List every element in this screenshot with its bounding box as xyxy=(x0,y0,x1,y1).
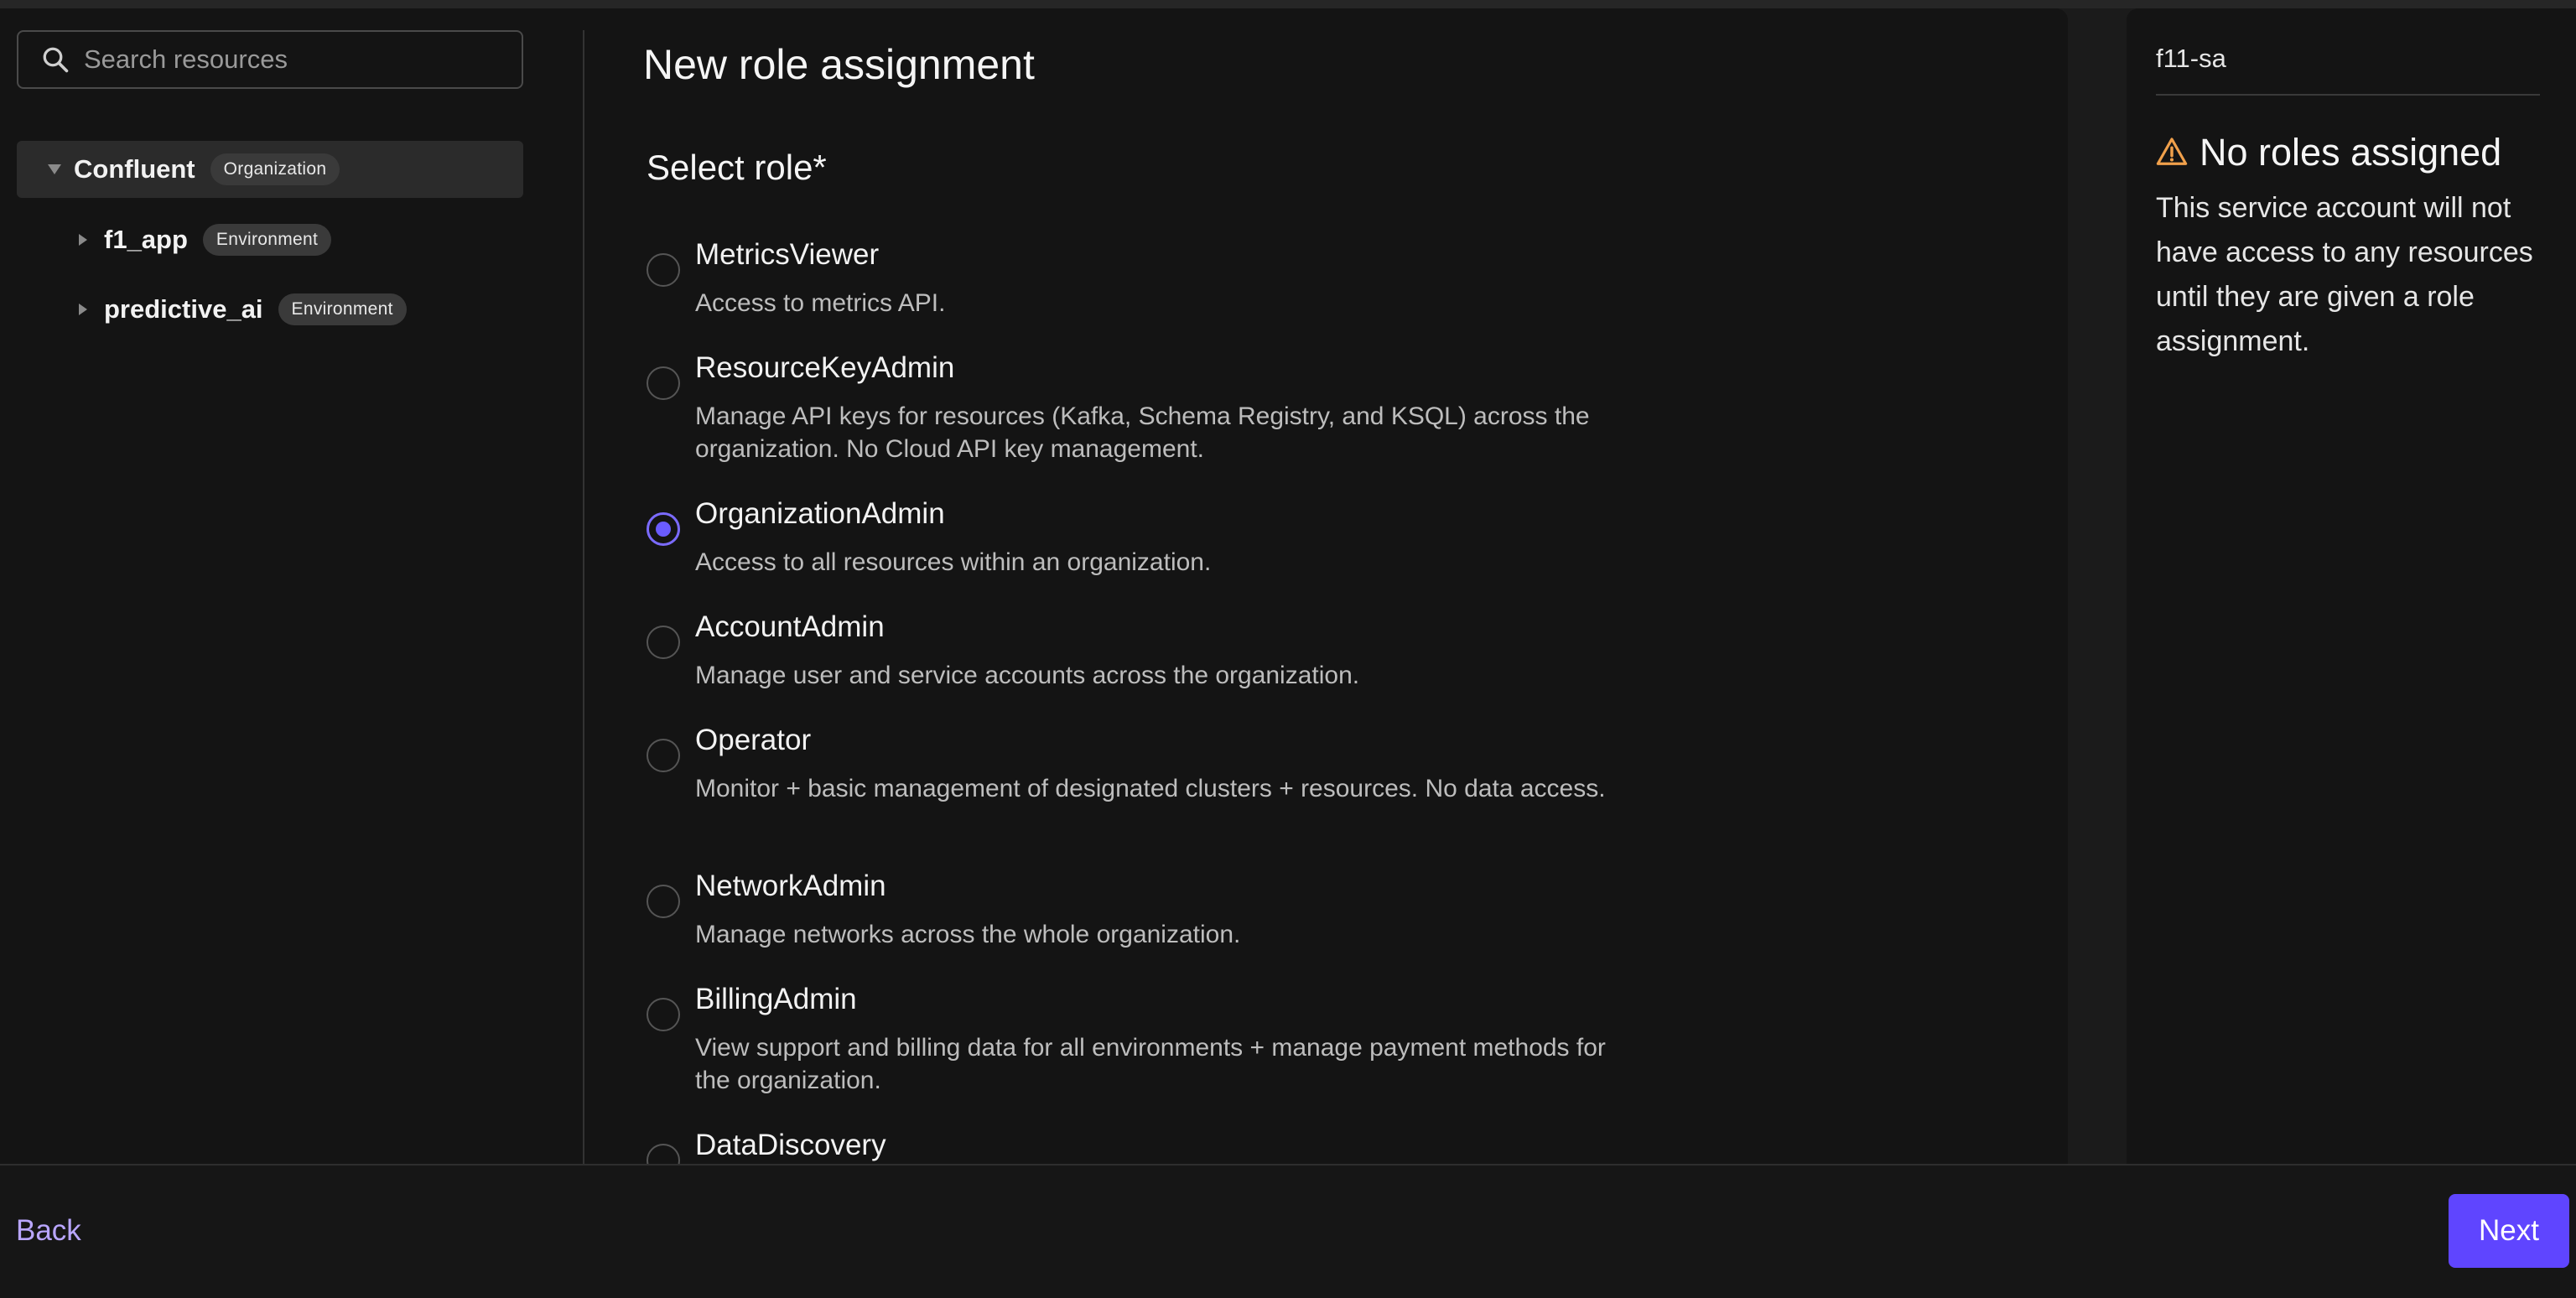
role-description: Access to all resources within an organi… xyxy=(695,548,1212,576)
search-placeholder: Search resources xyxy=(84,44,288,74)
chevron-right-icon[interactable] xyxy=(74,300,92,319)
type-badge: Environment xyxy=(278,293,407,325)
chevron-down-icon[interactable] xyxy=(45,160,64,179)
role-radio[interactable] xyxy=(647,253,680,287)
tree-item-confluent[interactable]: Confluent Organization xyxy=(17,141,523,198)
service-account-name: f11-sa xyxy=(2156,44,2226,73)
role-description: Manage networks across the whole organiz… xyxy=(695,921,1241,948)
role-radio[interactable] xyxy=(647,739,680,772)
tree-item-label: f1_app xyxy=(104,225,188,254)
role-name: OrganizationAdmin xyxy=(695,497,945,530)
role-description: Monitor + basic management of designated… xyxy=(695,775,1606,802)
role-description: Manage user and service accounts across … xyxy=(695,662,1360,689)
search-input[interactable]: Search resources xyxy=(17,30,523,89)
role-name: Operator xyxy=(695,724,812,756)
panel-divider xyxy=(583,30,584,1164)
type-badge: Environment xyxy=(202,224,332,256)
tree-item-label: Confluent xyxy=(74,154,195,184)
role-radio-selected[interactable] xyxy=(647,512,680,546)
role-name: ResourceKeyAdmin xyxy=(695,351,955,384)
role-description: Manage API keys for resources (Kafka, Sc… xyxy=(695,402,1590,463)
role-radio[interactable] xyxy=(647,626,680,659)
role-radio[interactable] xyxy=(647,885,680,918)
type-badge: Organization xyxy=(210,153,340,185)
role-radio[interactable] xyxy=(647,366,680,400)
warning-icon xyxy=(2156,138,2188,165)
top-strip xyxy=(0,0,2576,8)
tree-item-f1-app[interactable]: f1_app Environment xyxy=(17,211,523,268)
warning-message: This service account will not have acces… xyxy=(2156,192,2533,357)
warning-title: No roles assigned xyxy=(2199,131,2502,174)
tree-item-label: predictive_ai xyxy=(104,294,263,324)
tree-item-predictive-ai[interactable]: predictive_ai Environment xyxy=(17,281,523,338)
page-title: New role assignment xyxy=(643,41,1035,88)
summary-panel xyxy=(2127,8,2576,1164)
role-radio[interactable] xyxy=(647,998,680,1031)
back-button[interactable]: Back xyxy=(16,1214,81,1248)
role-name: NetworkAdmin xyxy=(695,870,886,902)
role-name: MetricsViewer xyxy=(695,238,880,271)
role-name: BillingAdmin xyxy=(695,983,857,1015)
footer-bar xyxy=(0,1164,2576,1298)
role-description: View support and billing data for all en… xyxy=(695,1034,1606,1094)
section-title: Select role* xyxy=(647,148,827,187)
role-description: Access to metrics API. xyxy=(695,289,946,317)
role-name: DataDiscovery xyxy=(695,1129,886,1161)
search-icon xyxy=(43,47,69,73)
next-button[interactable]: Next xyxy=(2449,1194,2569,1268)
chevron-right-icon[interactable] xyxy=(74,231,92,249)
role-name: AccountAdmin xyxy=(695,610,885,643)
divider xyxy=(2156,94,2540,96)
